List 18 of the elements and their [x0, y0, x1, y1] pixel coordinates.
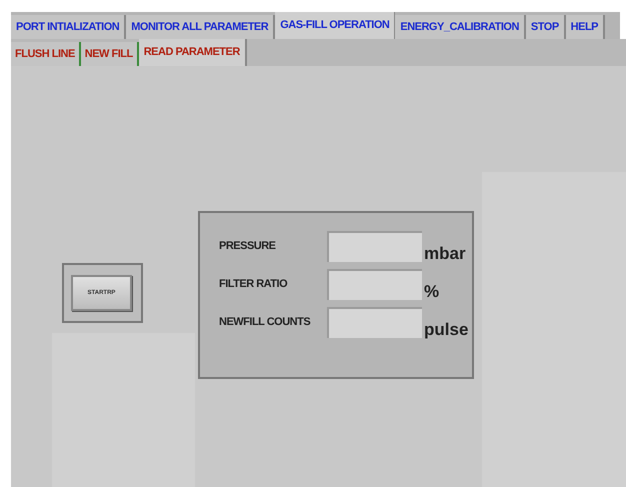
unit-label: pulse [424, 321, 468, 338]
tab[interactable]: READ PARAMETER [138, 39, 247, 66]
tab[interactable]: ENERGY_CALIBRATION [395, 15, 526, 39]
value-field[interactable] [327, 307, 422, 338]
parameter-label: NEWFILL COUNTS [219, 315, 312, 330]
tab[interactable]: HELP [566, 15, 606, 39]
unit-label: mbar [424, 245, 466, 262]
parameter-label: PRESSURE [219, 239, 277, 254]
tab[interactable]: GAS-FILL OPERATION [275, 12, 396, 39]
tab[interactable]: MONITOR ALL PARAMETER [126, 15, 276, 39]
value-field[interactable] [327, 231, 422, 262]
tab[interactable]: NEW FILL [80, 42, 139, 66]
tab[interactable]: STOP [526, 15, 566, 39]
parameter-label: FILTER RATIO [219, 277, 288, 292]
value-field[interactable] [327, 269, 422, 300]
tab[interactable]: PORT INTIALIZATION [11, 15, 126, 39]
tab[interactable]: FLUSH LINE [11, 42, 81, 66]
unit-label: % [424, 283, 440, 300]
